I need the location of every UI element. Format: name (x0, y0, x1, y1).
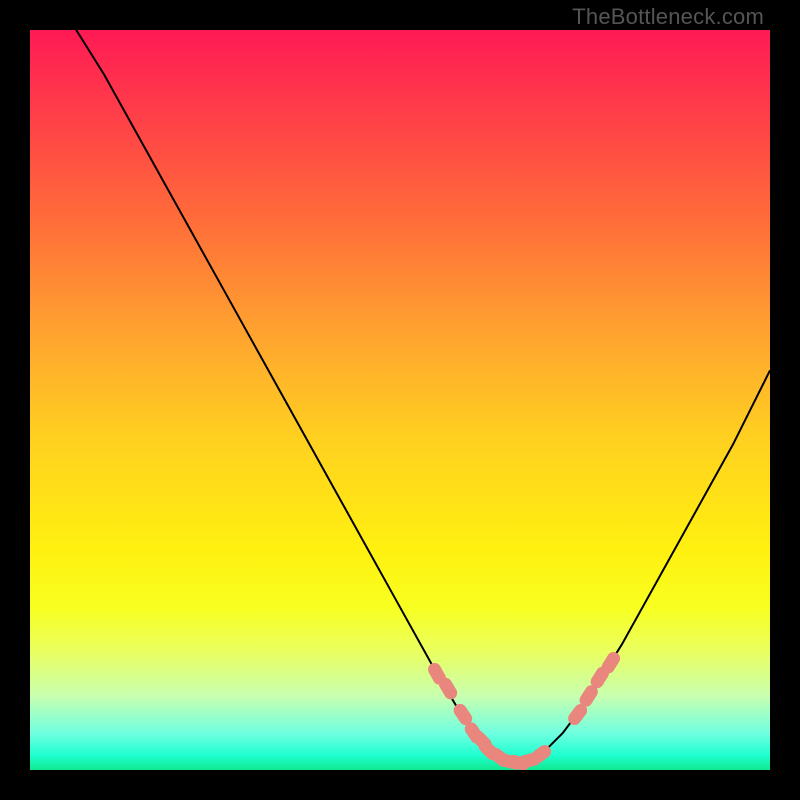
chart-overlay-svg (0, 0, 800, 800)
watermark-label: TheBottleneck.com (572, 4, 764, 30)
marker-layer (426, 650, 621, 771)
bottleneck-curve (30, 0, 770, 763)
chart-container: TheBottleneck.com (0, 0, 800, 800)
curve-layer (30, 0, 770, 763)
